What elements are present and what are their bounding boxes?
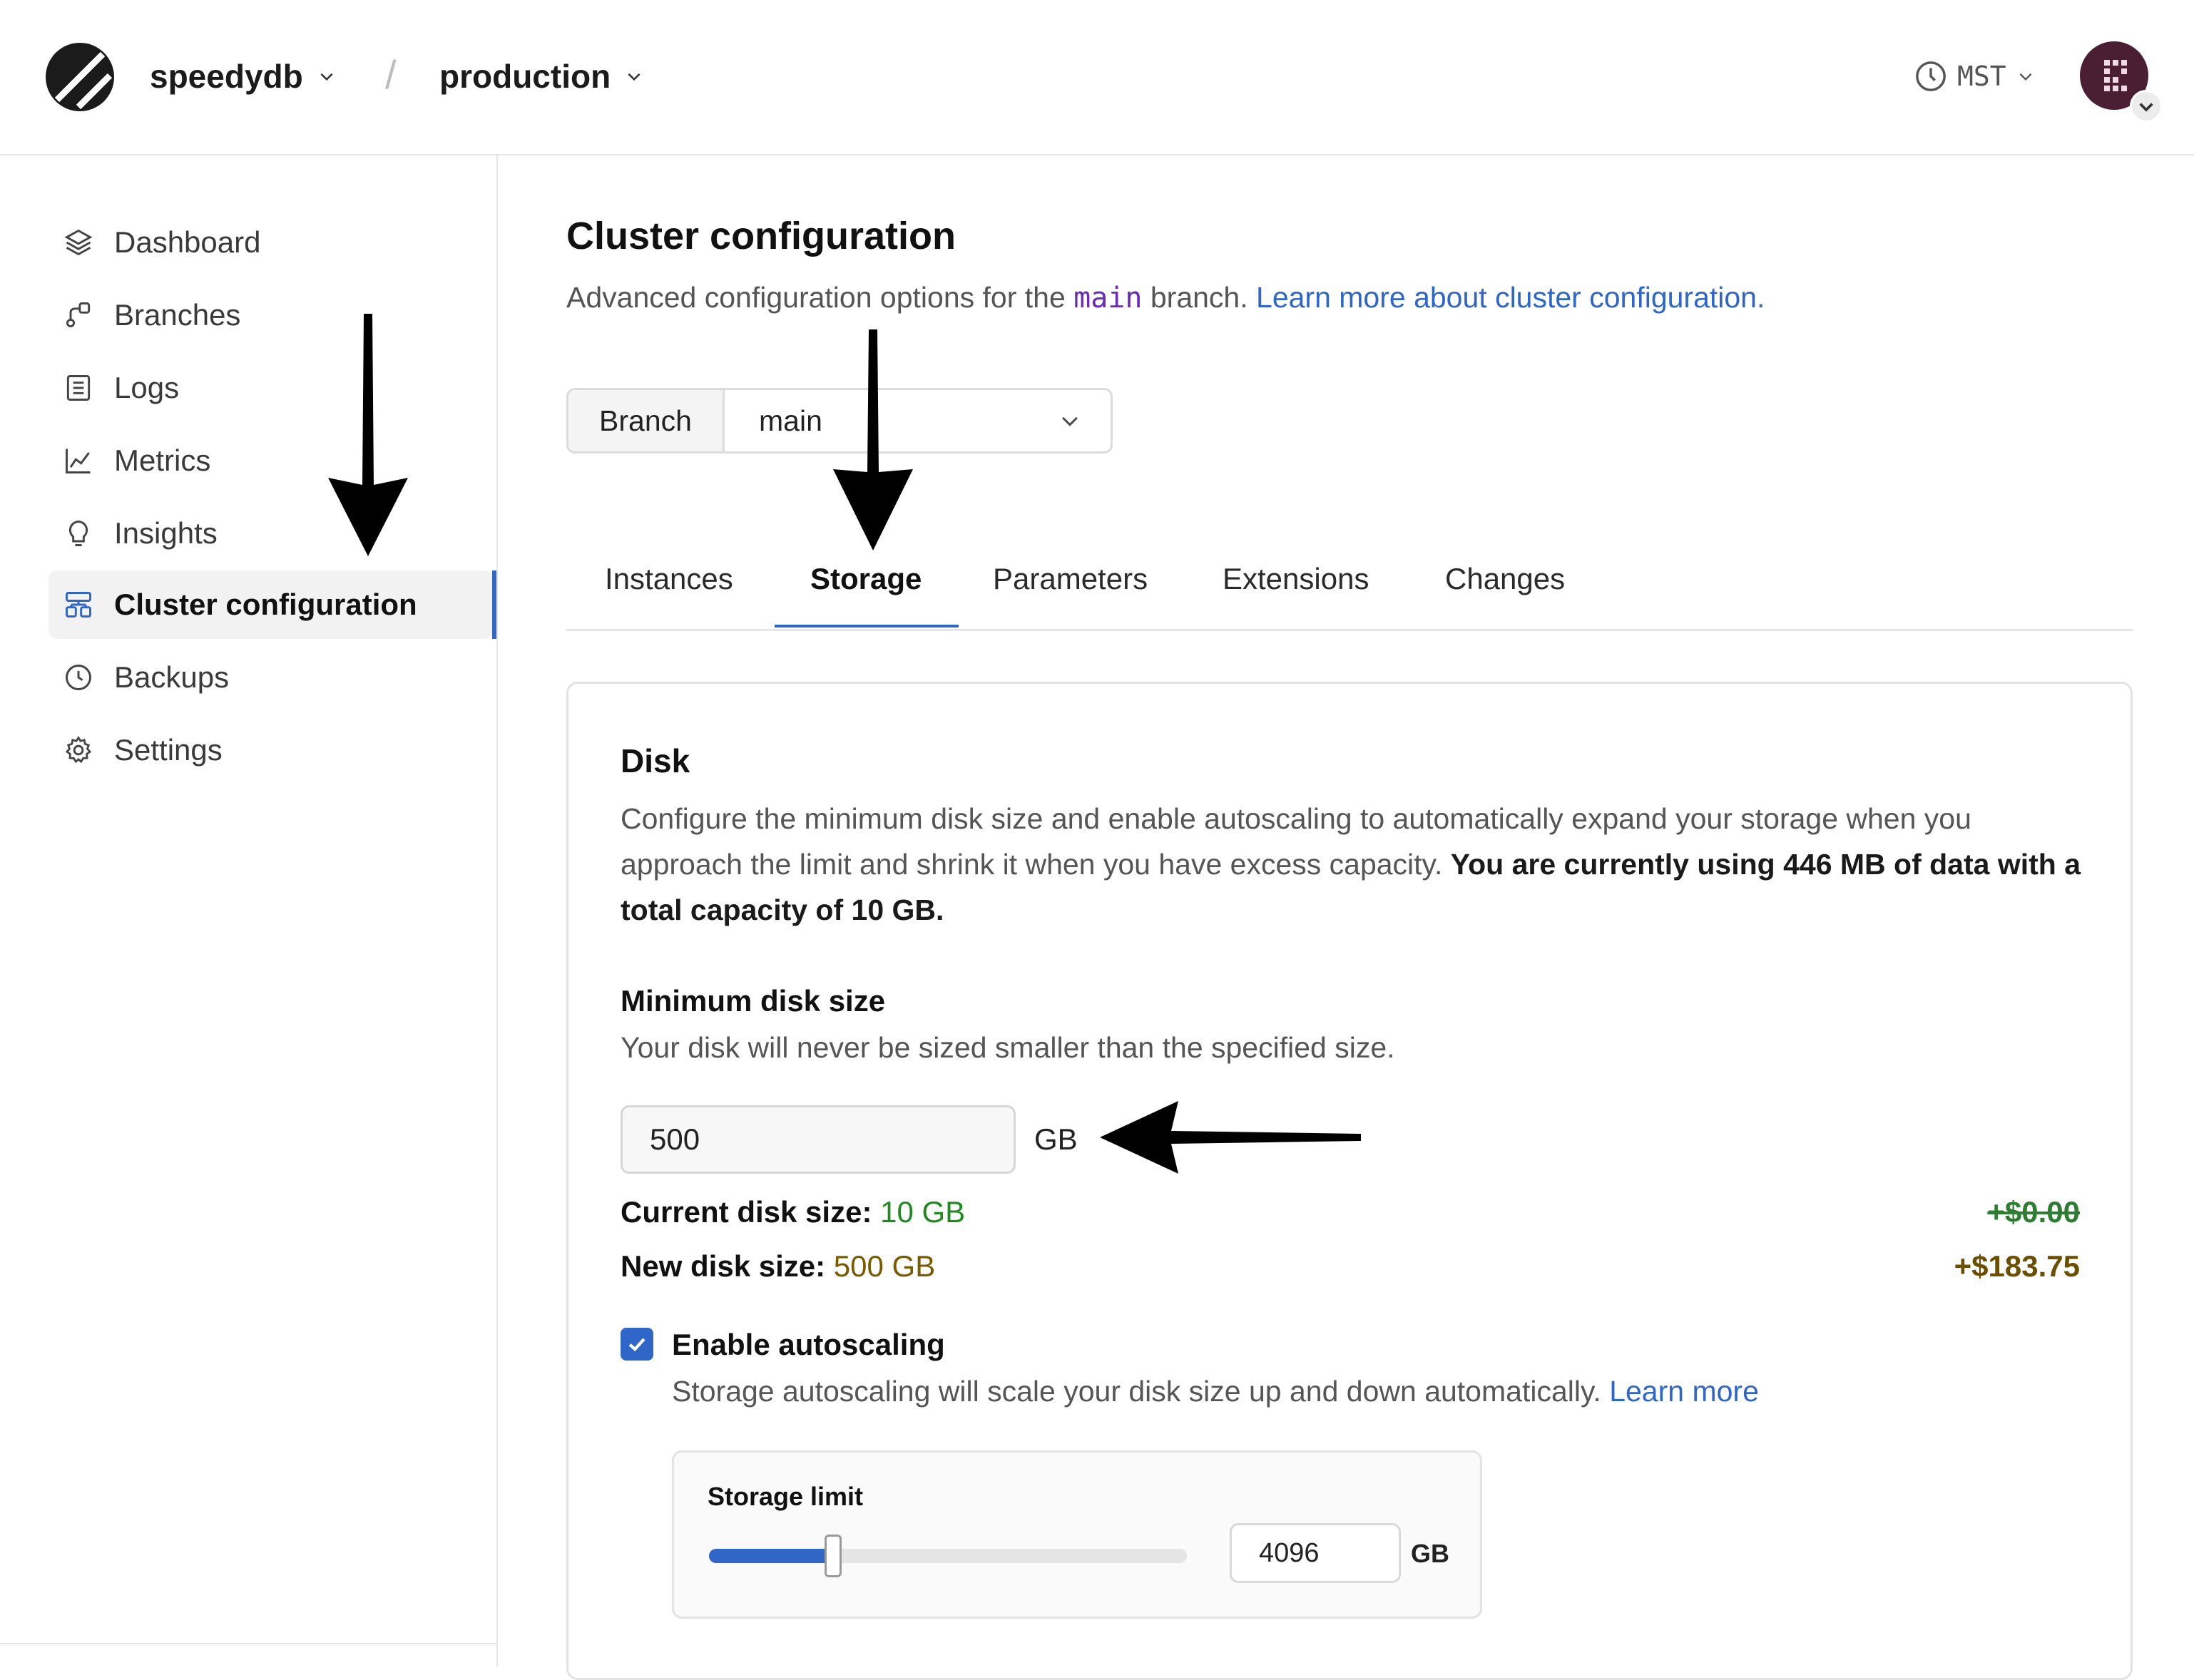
sidebar-item-label: Settings (114, 733, 223, 767)
planetscale-logo-icon[interactable] (44, 41, 116, 113)
chevron-down-icon (2019, 73, 2032, 81)
storage-limit-unit: GB (1411, 1539, 1449, 1568)
breadcrumb-separator: / (385, 52, 397, 97)
sidebar-item-label: Cluster configuration (114, 588, 417, 621)
disk-unit-label: GB (1034, 1122, 1078, 1156)
metrics-icon (61, 444, 96, 478)
current-disk-size: Current disk size: 10 GB (621, 1195, 965, 1229)
disk-description: Configure the minimum disk size and enab… (621, 796, 2090, 933)
annotation-arrow-left-icon (1100, 1101, 1361, 1174)
sidebar-item-label: Metrics (114, 444, 211, 477)
enable-autoscaling-checkbox[interactable] (621, 1328, 653, 1361)
learn-more-cluster-link[interactable]: Learn more about cluster configuration. (1256, 281, 1765, 314)
chevron-down-icon (320, 73, 333, 81)
autoscaling-description-text: Storage autoscaling will scale your disk… (672, 1375, 1610, 1408)
branch-code: main (1073, 282, 1143, 314)
annotation-arrow-down-icon (833, 329, 913, 550)
sidebar-item-settings[interactable]: Settings (49, 716, 494, 784)
chevron-down-icon (628, 73, 641, 81)
current-disk-value: 10 GB (880, 1195, 966, 1229)
active-tab-underline (775, 625, 959, 628)
sidebar-item-branches[interactable]: Branches (49, 281, 494, 349)
clock-icon (1916, 61, 1946, 91)
current-price: +$0.00 (1987, 1195, 2080, 1229)
lightbulb-icon (61, 516, 96, 550)
chevron-down-icon (2139, 103, 2153, 112)
timezone-label: MST (1957, 61, 2006, 92)
min-disk-description: Your disk will never be sized smaller th… (621, 1031, 1395, 1064)
cluster-icon (61, 588, 96, 622)
autoscaling-label[interactable]: Enable autoscaling (672, 1328, 945, 1362)
sidebar-item-label: Branches (114, 298, 241, 332)
storage-limit-slider-fill (709, 1549, 833, 1563)
disk-section-title: Disk (621, 742, 690, 779)
new-disk-label: New disk size: (621, 1249, 834, 1283)
new-price: +$183.75 (1954, 1249, 2080, 1283)
logs-icon (61, 371, 96, 405)
sidebar-item-label: Insights (114, 516, 218, 550)
sidebar-item-label: Backups (114, 660, 230, 694)
tab-instances[interactable]: Instances (605, 562, 733, 596)
branch-value: main (759, 404, 822, 437)
sidebar-item-backups[interactable]: Backups (49, 643, 494, 712)
tab-changes[interactable]: Changes (1445, 562, 1565, 596)
min-disk-size-input[interactable]: 500 (621, 1105, 1016, 1174)
page-title: Cluster configuration (566, 215, 956, 257)
tab-storage[interactable]: Storage (810, 562, 922, 596)
sidebar-item-label: Dashboard (114, 225, 261, 259)
config-tabs: Instances Storage Parameters Extensions … (566, 549, 2133, 631)
min-disk-title: Minimum disk size (621, 984, 886, 1018)
autoscaling-description: Storage autoscaling will scale your disk… (672, 1375, 1759, 1408)
current-disk-label: Current disk size: (621, 1195, 881, 1229)
tab-parameters[interactable]: Parameters (993, 562, 1148, 596)
sidebar-item-label: Logs (114, 371, 180, 404)
database-switcher[interactable]: production (439, 57, 643, 96)
new-disk-size: New disk size: 500 GB (621, 1249, 935, 1284)
layers-icon (61, 225, 96, 260)
timezone-selector[interactable]: MST (1914, 60, 2035, 93)
chevron-down-icon (1062, 416, 1078, 426)
gear-icon (61, 733, 96, 767)
clock-icon (61, 660, 96, 695)
subtitle-text-2: branch. (1142, 281, 1257, 314)
sidebar-item-metrics[interactable]: Metrics (49, 426, 494, 495)
active-indicator (492, 570, 496, 639)
storage-limit-title: Storage limit (708, 1482, 864, 1511)
org-switcher[interactable]: speedydb (150, 57, 336, 96)
sidebar-divider (0, 1643, 496, 1644)
sidebar-item-insights[interactable]: Insights (49, 499, 494, 568)
subtitle-text: Advanced configuration options for the (566, 281, 1074, 314)
annotation-arrow-down-icon (328, 314, 408, 556)
org-name: speedydb (150, 58, 303, 95)
storage-limit-input[interactable]: 4096 (1230, 1523, 1401, 1583)
new-disk-value: 500 GB (833, 1249, 936, 1283)
tab-extensions[interactable]: Extensions (1223, 562, 1369, 596)
branch-icon (61, 298, 96, 332)
branch-label: Branch (568, 390, 725, 451)
check-icon (628, 1338, 646, 1352)
sidebar-item-logs[interactable]: Logs (49, 354, 494, 422)
page-subtitle: Advanced configuration options for the m… (566, 281, 1765, 314)
storage-limit-slider-handle[interactable] (825, 1535, 842, 1577)
database-name: production (439, 58, 611, 95)
sidebar-item-dashboard[interactable]: Dashboard (49, 208, 494, 277)
branch-dropdown[interactable]: main (725, 390, 1111, 451)
sidebar-item-cluster-configuration[interactable]: Cluster configuration (49, 570, 494, 639)
autoscaling-learn-more-link[interactable]: Learn more (1609, 1375, 1759, 1408)
account-menu-button[interactable] (2130, 90, 2163, 123)
